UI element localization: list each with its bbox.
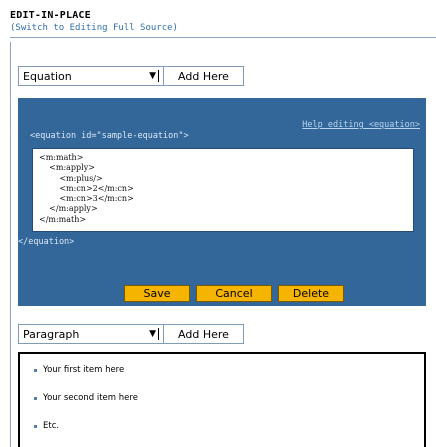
bullet-icon bbox=[34, 368, 37, 372]
delete-button[interactable]: Delete bbox=[278, 285, 344, 302]
list-panel[interactable]: Your first item here Your second item he… bbox=[18, 352, 426, 447]
cancel-button[interactable]: Cancel bbox=[196, 285, 272, 302]
help-editing-equation-link[interactable]: Help editing <equation> bbox=[302, 120, 420, 130]
add-here-button[interactable]: Add Here bbox=[163, 67, 243, 85]
save-button[interactable]: Save bbox=[124, 285, 190, 302]
list-item: Your second item here bbox=[34, 393, 138, 403]
header-divider bbox=[10, 37, 436, 38]
element-type-select[interactable]: Equation ▼ bbox=[19, 67, 163, 85]
page-title: EDIT-IN-PLACE bbox=[10, 10, 91, 21]
bullet-icon bbox=[34, 424, 37, 428]
equation-source-text: <m:math> <m:apply> <m:plus/> <m:cn>2</m:… bbox=[39, 153, 134, 224]
switch-to-full-source-link[interactable]: (Switch to Editing Full Source) bbox=[10, 23, 178, 33]
list-item-text: Your first item here bbox=[43, 365, 125, 375]
bullet-icon bbox=[34, 396, 37, 400]
add-here-button[interactable]: Add Here bbox=[163, 325, 243, 343]
paragraph-type-selected: Paragraph bbox=[23, 327, 80, 341]
equation-source-editor[interactable]: <m:math> <m:apply> <m:plus/> <m:cn>2</m:… bbox=[32, 148, 414, 232]
equation-editor-panel: Help editing <equation> <equation id="sa… bbox=[18, 98, 426, 306]
chevron-down-icon: ▼ bbox=[149, 70, 159, 82]
element-type-selected: Equation bbox=[23, 69, 72, 83]
chevron-down-icon: ▼ bbox=[149, 328, 159, 340]
equation-close-tag: </equation> bbox=[18, 237, 75, 247]
list-item-text: Etc. bbox=[43, 421, 60, 431]
element-type-chooser: Equation ▼ Add Here bbox=[18, 66, 244, 86]
list-item: Your first item here bbox=[34, 365, 124, 375]
list-item-text: Your second item here bbox=[43, 393, 138, 403]
paragraph-type-select[interactable]: Paragraph ▼ bbox=[19, 325, 163, 343]
equation-open-tag: <equation id="sample-equation"> bbox=[30, 131, 189, 141]
paragraph-type-chooser: Paragraph ▼ Add Here bbox=[18, 324, 244, 344]
list-item: Etc. bbox=[34, 421, 59, 431]
